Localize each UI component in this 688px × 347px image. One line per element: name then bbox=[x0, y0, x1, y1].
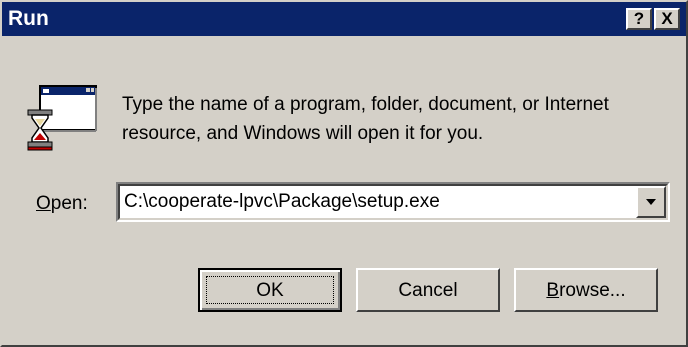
description-line-1: Type the name of a program, folder, docu… bbox=[122, 94, 609, 115]
browse-label-text: rowse... bbox=[559, 280, 626, 301]
cancel-button[interactable]: Cancel bbox=[356, 268, 500, 312]
browse-button[interactable]: Browse... bbox=[514, 268, 658, 312]
open-input[interactable] bbox=[124, 190, 632, 214]
browse-mnemonic: B bbox=[546, 280, 560, 301]
ok-button-label: OK bbox=[256, 280, 284, 301]
help-button[interactable]: ? bbox=[626, 8, 652, 30]
window-title: Run bbox=[8, 7, 49, 30]
dropdown-arrow-button[interactable] bbox=[636, 186, 666, 218]
run-dialog: Run ? X Type the name of a program, fold… bbox=[0, 0, 688, 347]
ok-button[interactable]: OK bbox=[198, 268, 342, 312]
run-program-icon bbox=[26, 84, 100, 158]
open-label-text: pen: bbox=[50, 193, 88, 214]
cancel-button-label: Cancel bbox=[398, 280, 458, 301]
open-combobox[interactable] bbox=[116, 182, 670, 222]
browse-button-label: Browse... bbox=[516, 280, 656, 302]
close-button[interactable]: X bbox=[654, 8, 680, 30]
open-combobox-frame bbox=[118, 184, 668, 220]
title-bar[interactable]: Run ? X bbox=[2, 2, 686, 36]
open-label-mnemonic: O bbox=[36, 193, 51, 214]
chevron-down-icon bbox=[646, 199, 656, 205]
description-text: Type the name of a program, folder, docu… bbox=[122, 90, 662, 148]
open-label: Open: bbox=[36, 192, 88, 216]
description-line-2: resource, and Windows will open it for y… bbox=[122, 123, 484, 144]
